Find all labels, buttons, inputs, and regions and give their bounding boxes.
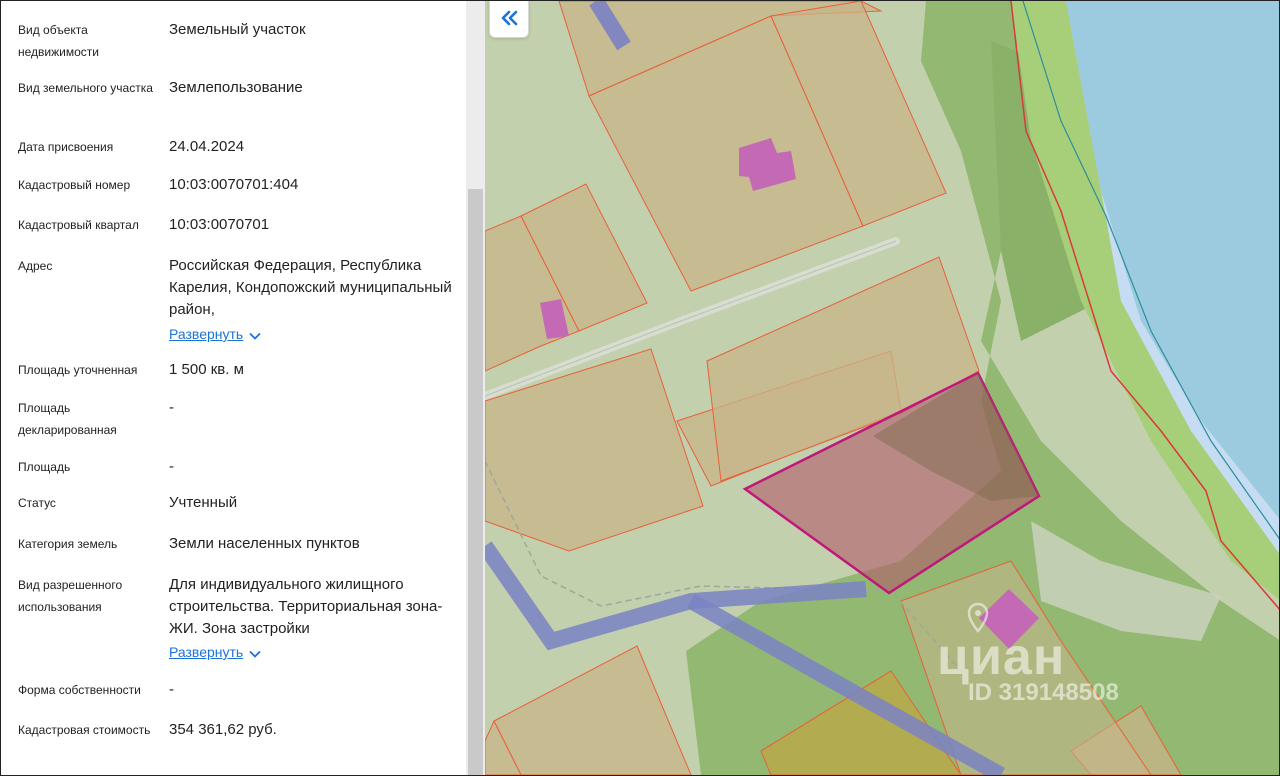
watermark-brand: циан	[937, 628, 1066, 686]
expand-label: Развернуть	[169, 644, 244, 660]
property-info-panel: Вид объекта недвижимости Земельный участ…	[1, 1, 466, 775]
expand-label: Развернуть	[169, 326, 244, 342]
field-label: Форма собственности	[18, 683, 141, 697]
field-value: -	[169, 458, 174, 475]
field-label: Кадастровая стоимость	[18, 723, 151, 737]
cadastral-number: 10:03:0070701:404	[169, 176, 299, 193]
field-label: Площадь декларированная	[18, 401, 117, 437]
field-value: 1 500 кв. м	[169, 361, 244, 378]
status-value: Учтенный	[169, 494, 238, 511]
field-label: Дата присвоения	[18, 140, 114, 154]
field-value: -	[169, 399, 174, 416]
address-expand-link[interactable]: Развернуть	[169, 325, 261, 344]
chevron-down-icon	[249, 644, 261, 662]
field-label: Статус	[18, 496, 56, 510]
field-value: 10:03:0070701	[169, 216, 270, 233]
field-label: Адрес	[18, 259, 53, 273]
usage-expand-link[interactable]: Развернуть	[169, 643, 261, 662]
field-label: Вид земельного участка	[18, 81, 153, 95]
map-canvas[interactable]	[485, 1, 1279, 775]
field-label: Кадастровый квартал	[18, 218, 139, 232]
field-label: Площадь уточненная	[18, 363, 138, 377]
app-frame: Вид объекта недвижимости Земельный участ…	[0, 0, 1280, 776]
field-value: 24.04.2024	[169, 138, 245, 155]
field-value: Земельный участок	[169, 21, 306, 38]
field-value: -	[169, 681, 174, 698]
field-label: Категория земель	[18, 537, 118, 551]
cadastral-map[interactable]: циан ID 319148508	[485, 1, 1279, 775]
field-label: Кадастровый номер	[18, 178, 131, 192]
field-value: Земли населенных пунктов	[169, 535, 360, 552]
collapse-panel-button[interactable]	[489, 1, 529, 38]
chevron-down-icon	[249, 326, 261, 344]
field-label: Площадь	[18, 460, 71, 474]
panel-scrollbar-thumb[interactable]	[468, 189, 483, 775]
usage-value: Для индивидуального жилищного строительс…	[169, 576, 443, 637]
field-label: Вид объекта недвижимости	[18, 23, 99, 59]
field-label: Вид разрешенного использования	[18, 578, 123, 614]
address-value: Российская Федерация, Республика Карелия…	[169, 257, 452, 318]
chevrons-left-icon	[501, 10, 518, 26]
cadastral-value: 354 361,62 руб.	[169, 721, 277, 738]
field-value: Землепользование	[169, 79, 303, 96]
watermark-id: ID 319148508	[968, 679, 1119, 706]
